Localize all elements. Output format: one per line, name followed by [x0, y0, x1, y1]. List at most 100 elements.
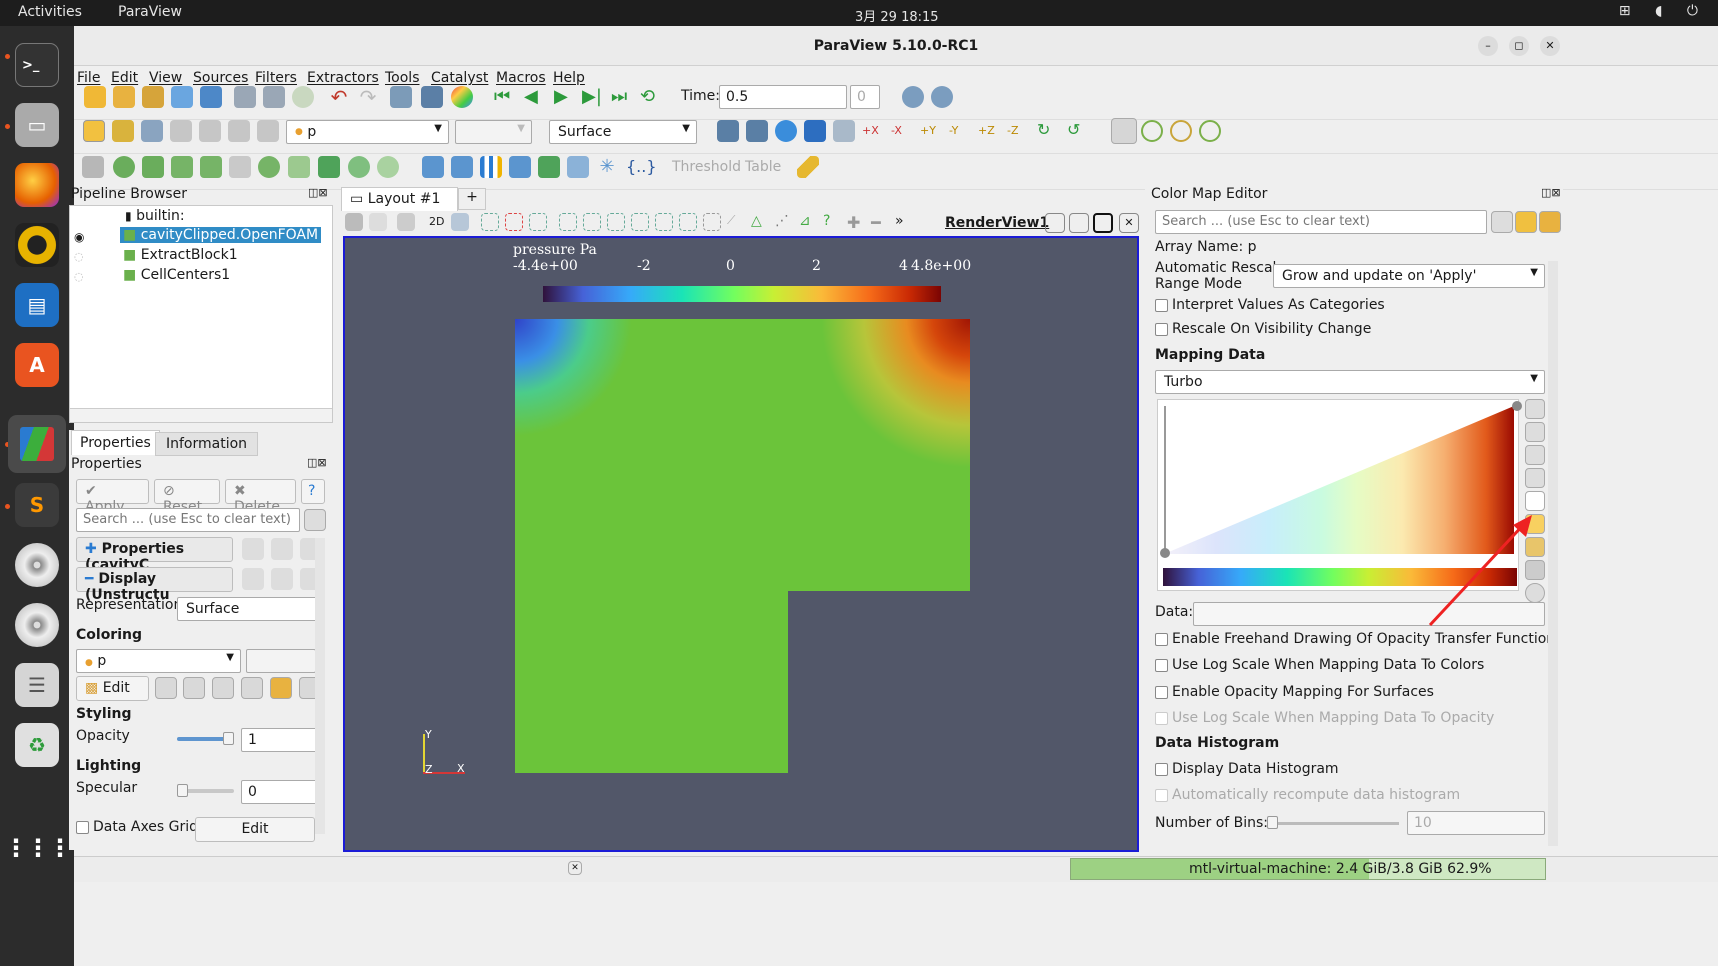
pipeline-item-cellcenters[interactable]: ■ CellCenters1: [123, 267, 230, 283]
split-horizontal-icon[interactable]: [1045, 213, 1065, 233]
reset-button[interactable]: ⊘ Reset: [154, 479, 220, 515]
help-button[interactable]: ?: [301, 479, 325, 504]
interaction-mode-icon[interactable]: [1111, 118, 1137, 144]
warp-by-vector-icon[interactable]: [318, 156, 340, 178]
reset-camera-icon[interactable]: [717, 120, 739, 142]
glyph-icon[interactable]: [258, 156, 280, 178]
data-axes-grid-checkbox[interactable]: [76, 821, 89, 834]
view-name[interactable]: RenderView1: [945, 215, 1049, 231]
plot-over-line-icon[interactable]: [422, 156, 444, 178]
firefox-icon[interactable]: [15, 163, 59, 207]
maximize-button[interactable]: ◻: [1509, 36, 1529, 56]
properties-scrollbar[interactable]: [315, 538, 325, 834]
bins-slider[interactable]: [1267, 822, 1399, 825]
rescale-custom-icon[interactable]: [1525, 422, 1545, 442]
disc-icon[interactable]: [15, 603, 59, 647]
section-display-toggle[interactable]: ━ Display (Unstructu: [76, 567, 233, 603]
rescale-visible-icon[interactable]: [1525, 468, 1545, 488]
contour-icon[interactable]: [113, 156, 135, 178]
select-blocks-icon[interactable]: [583, 213, 601, 231]
output-messages-icon[interactable]: ✕: [568, 861, 582, 875]
maximize-view-icon[interactable]: [1093, 213, 1113, 233]
copy-icon[interactable]: [242, 538, 264, 560]
activities-button[interactable]: Activities: [18, 4, 82, 20]
component-select[interactable]: ▼: [455, 120, 532, 144]
control-point[interactable]: [1160, 548, 1170, 558]
shrink-selection-icon[interactable]: [703, 213, 721, 231]
set-view-minus-z-icon[interactable]: -Z: [1007, 120, 1029, 142]
extract-subset-icon[interactable]: [229, 156, 251, 178]
color-legend-toggle-icon[interactable]: [1515, 211, 1537, 233]
layout-tab[interactable]: ▭ Layout #1 ⊠: [341, 187, 458, 222]
control-point[interactable]: [1512, 401, 1522, 411]
set-view-minus-y-icon[interactable]: -Y: [949, 120, 971, 142]
toggle-color-legend-icon[interactable]: [83, 120, 105, 142]
select-cells-icon[interactable]: [481, 213, 499, 231]
rescale-visible-icon[interactable]: [257, 120, 279, 142]
opacity-input[interactable]: 1: [241, 728, 317, 752]
link-selection-icon[interactable]: ⟋: [727, 213, 745, 231]
select-points-icon[interactable]: [505, 213, 523, 231]
interpret-categories-checkbox[interactable]: [1155, 299, 1168, 312]
hover-points-icon[interactable]: [631, 213, 649, 231]
rescale-visibility-checkbox[interactable]: [1155, 323, 1168, 336]
threshold-icon[interactable]: [200, 156, 222, 178]
section-properties-toggle[interactable]: ✚ Properties (cavityC: [76, 537, 233, 573]
representation-select[interactable]: Surface ▼: [549, 120, 697, 144]
clock[interactable]: 3月 29 18:15: [855, 6, 939, 25]
paste-icon[interactable]: [271, 538, 293, 560]
sublime-icon[interactable]: S: [15, 483, 59, 527]
edge-select-icon[interactable]: △: [751, 213, 769, 231]
color-palette-icon[interactable]: [451, 86, 473, 108]
next-frame-icon[interactable]: ▶|: [582, 86, 604, 108]
camera-icon[interactable]: [397, 213, 415, 231]
color-array-select[interactable]: ● p ▼: [286, 120, 449, 144]
paste-icon[interactable]: [271, 568, 293, 590]
eye-hidden-icon[interactable]: ◌: [74, 270, 84, 283]
display-histogram-checkbox[interactable]: [1155, 763, 1168, 776]
stream-tracer-icon[interactable]: [288, 156, 310, 178]
preset-select[interactable]: Turbo ▼: [1155, 370, 1545, 394]
interactive-select-icon[interactable]: [607, 213, 625, 231]
table-label[interactable]: Table: [745, 159, 781, 175]
representation-dropdown[interactable]: Surface: [177, 597, 317, 621]
gear-icon[interactable]: [304, 509, 326, 531]
writer-icon[interactable]: ▤: [15, 283, 59, 327]
eye-hidden-icon[interactable]: ◌: [74, 250, 84, 263]
rescale-temporal-icon[interactable]: [1525, 445, 1545, 465]
reset-center-icon[interactable]: [1199, 120, 1221, 142]
tab-properties[interactable]: Properties: [71, 430, 160, 455]
auto-recompute-checkbox[interactable]: [1155, 789, 1168, 802]
camera-redo-icon[interactable]: [421, 86, 443, 108]
coloring-dropdown[interactable]: ● p ▼: [76, 649, 241, 673]
use-separate-colormap-icon[interactable]: [141, 120, 163, 142]
rescale-data-range-icon[interactable]: [183, 677, 205, 699]
rotate-minus-90-icon[interactable]: ↺: [1067, 120, 1089, 142]
loop-icon[interactable]: ⟲: [640, 86, 662, 108]
render-view[interactable]: pressure Pa Y X Z: [343, 236, 1139, 852]
edit-colormap-button[interactable]: ▩ Edit: [76, 676, 149, 701]
hover-cells-icon[interactable]: [655, 213, 673, 231]
horizontal-scrollbar[interactable]: [70, 408, 332, 422]
clip-icon[interactable]: [142, 156, 164, 178]
grow-selection-icon[interactable]: [679, 213, 697, 231]
set-view-plus-y-icon[interactable]: +Y: [920, 120, 942, 142]
save-data-icon[interactable]: [142, 86, 164, 108]
screenshot-icon[interactable]: [345, 213, 363, 231]
dock-float-close-icon[interactable]: ◫⊠: [308, 186, 328, 199]
reset-camera-closest-icon[interactable]: [746, 120, 768, 142]
rescale-mode-select[interactable]: Grow and update on 'Apply' ▼: [1273, 264, 1545, 288]
add-selection-icon[interactable]: ✚: [847, 213, 865, 232]
camera-undo-icon[interactable]: [369, 213, 387, 231]
set-view-plus-x-icon[interactable]: +X: [862, 120, 884, 142]
paraview-icon[interactable]: [8, 415, 66, 473]
zoom-to-data-icon[interactable]: [931, 86, 953, 108]
pipeline-item-extractblock[interactable]: ■ ExtractBlock1: [123, 247, 238, 263]
palette-icon[interactable]: [1539, 211, 1561, 233]
select-frustum-icon[interactable]: [529, 213, 547, 231]
extract-level-icon[interactable]: [377, 156, 399, 178]
bins-input[interactable]: 10: [1407, 811, 1545, 835]
timestep-spinbox[interactable]: 0: [850, 85, 880, 109]
mode-2d-toggle[interactable]: 2D: [429, 215, 444, 228]
zoom-icon[interactable]: [451, 213, 469, 231]
